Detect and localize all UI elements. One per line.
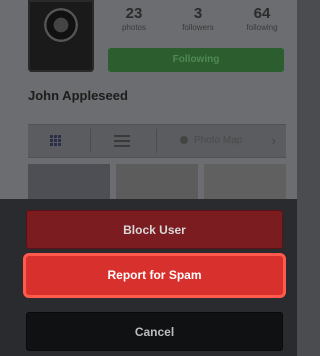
- stat-photos-value: 23: [125, 5, 143, 22]
- stat-followers[interactable]: 3 followers: [170, 6, 226, 34]
- view-toggle-bar: Photo Map ›: [28, 124, 286, 158]
- stat-photos[interactable]: 23 photos: [106, 6, 162, 34]
- username: John Appleseed: [28, 88, 128, 103]
- stat-following-value: 64: [253, 5, 271, 22]
- action-sheet: Block User Report for Spam Cancel: [0, 199, 297, 356]
- camera-lens-icon: [44, 8, 78, 42]
- divider: [90, 129, 91, 153]
- report-spam-button[interactable]: Report for Spam: [26, 256, 283, 295]
- block-user-button[interactable]: Block User: [26, 210, 283, 249]
- stat-following-label: following: [246, 23, 278, 32]
- photo-thumbnail[interactable]: [116, 164, 198, 204]
- chevron-right-icon[interactable]: ›: [272, 133, 276, 148]
- photo-grid: [28, 164, 288, 204]
- map-pin-icon: [180, 136, 188, 145]
- stat-following[interactable]: 64 following: [234, 6, 290, 34]
- profile-avatar[interactable]: [28, 0, 94, 72]
- photo-thumbnail[interactable]: [28, 164, 110, 204]
- following-button[interactable]: Following: [108, 48, 284, 72]
- stat-followers-value: 3: [193, 5, 203, 22]
- photo-map-label: Photo Map: [194, 135, 243, 146]
- cancel-button[interactable]: Cancel: [26, 312, 283, 351]
- stat-followers-label: followers: [182, 23, 214, 32]
- grid-view-icon[interactable]: [50, 135, 62, 147]
- photo-map-tab[interactable]: Photo Map: [180, 134, 242, 148]
- divider: [156, 129, 157, 153]
- photo-thumbnail[interactable]: [204, 164, 286, 204]
- stat-photos-label: photos: [121, 23, 147, 32]
- list-view-icon[interactable]: [114, 135, 130, 147]
